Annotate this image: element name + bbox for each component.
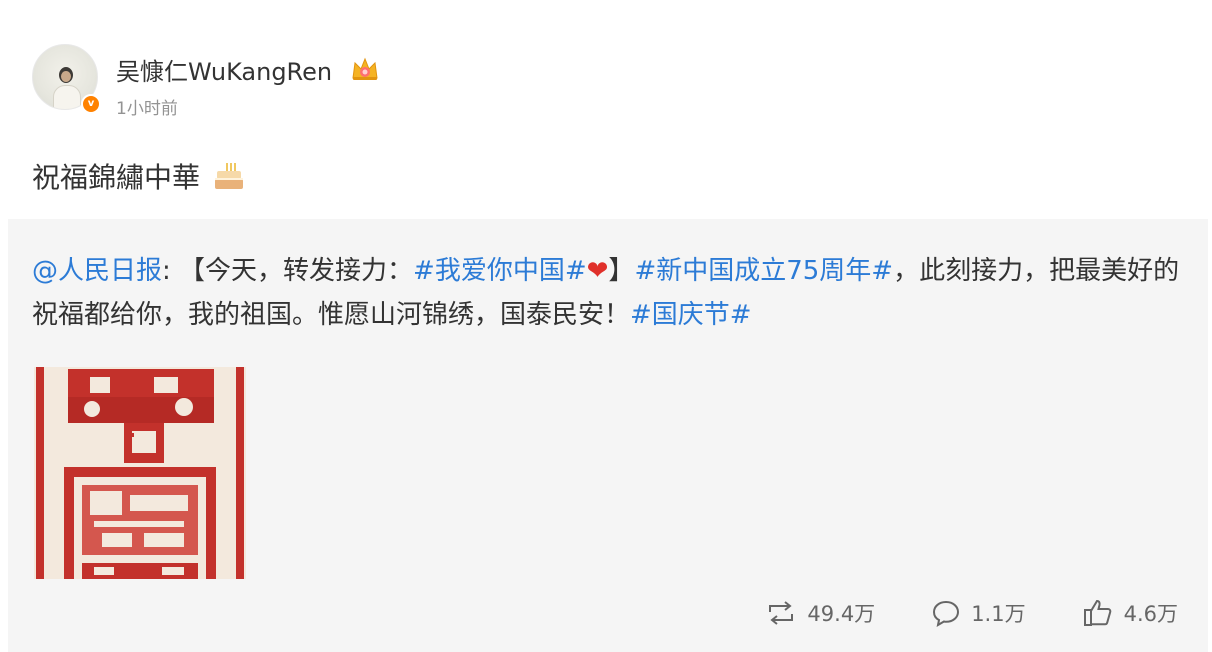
post-header: v 吴慷仁WuKangRen 1小时前 bbox=[32, 44, 632, 119]
repost-card[interactable]: @人民日报: 【今天，转发接力：#我爱你中国#❤】#新中国成立75周年#，此刻接… bbox=[8, 219, 1208, 652]
like-button[interactable]: 4.6万 bbox=[1082, 598, 1178, 628]
hashtag-link-woaini[interactable]: #我爱你中国# bbox=[413, 256, 587, 286]
comment-count: 1.1万 bbox=[971, 602, 1026, 626]
cake-icon bbox=[213, 161, 245, 198]
repost-image[interactable] bbox=[34, 367, 246, 579]
paper-cut-artwork bbox=[34, 367, 246, 579]
post-text: 祝福錦繡中華 bbox=[32, 156, 245, 198]
repost-icon bbox=[769, 601, 794, 625]
heart-icon: ❤ bbox=[586, 256, 609, 286]
hashtag-link-guoqing[interactable]: #国庆节# bbox=[630, 300, 752, 330]
avatar-body bbox=[53, 85, 81, 109]
username-text: 吴慷仁WuKangRen bbox=[116, 58, 333, 86]
post-text-content: 祝福錦繡中華 bbox=[32, 161, 201, 194]
post-action-bar: 49.4万 1.1万 4.6万 bbox=[765, 597, 1178, 629]
crown-icon[interactable] bbox=[350, 56, 380, 88]
avatar-face bbox=[61, 71, 71, 82]
repost-text-intro: : 【今天，转发接力： bbox=[162, 256, 414, 286]
hashtag-link-75[interactable]: #新中国成立75周年# bbox=[634, 256, 893, 286]
repost-button[interactable]: 49.4万 bbox=[765, 598, 875, 628]
repost-text-bracket: 】 bbox=[608, 256, 635, 286]
avatar[interactable]: v bbox=[32, 44, 101, 114]
repost-text: @人民日报: 【今天，转发接力：#我爱你中国#❤】#新中国成立75周年#，此刻接… bbox=[32, 249, 1182, 337]
like-count: 4.6万 bbox=[1123, 602, 1178, 626]
comment-icon bbox=[933, 600, 960, 627]
mention-link[interactable]: @人民日报 bbox=[32, 256, 162, 286]
comment-button[interactable]: 1.1万 bbox=[931, 598, 1026, 628]
thumbs-up-icon bbox=[1083, 599, 1111, 626]
repost-count: 49.4万 bbox=[807, 602, 876, 626]
username[interactable]: 吴慷仁WuKangRen bbox=[116, 52, 380, 88]
post-timestamp[interactable]: 1小时前 bbox=[116, 94, 178, 119]
v-badge-icon: v bbox=[81, 94, 101, 114]
